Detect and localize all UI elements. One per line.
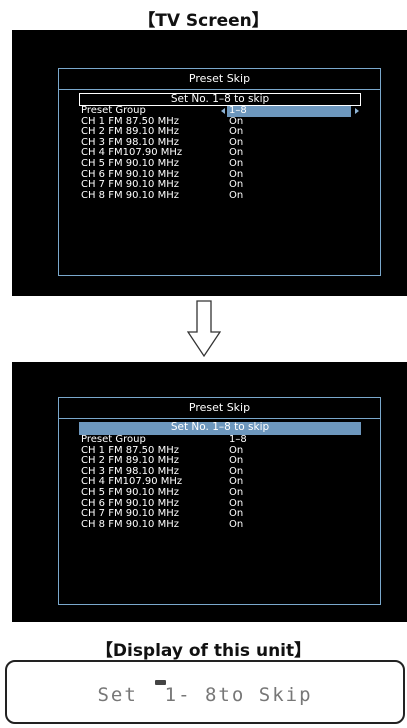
down-arrow-outline-icon [186, 300, 222, 358]
channel-value: On [229, 189, 244, 201]
channel-label: CH 5 FM 90.10 MHz [81, 486, 179, 498]
tv-screen-before: Preset Skip Set No. 1–8 to skip Preset G… [12, 30, 407, 296]
preset-group-value-text: 1–8 [229, 105, 247, 116]
unit-front-display: Set 1- 8to Skip [5, 660, 405, 724]
settings-list: Set No. 1–8 to skip Preset Group 1–8 CH … [79, 422, 361, 530]
preset-group-value[interactable]: 1–8 [227, 105, 351, 117]
triangle-right-icon[interactable] [355, 108, 359, 114]
preset-skip-panel: Preset Skip Set No. 1–8 to skip Preset G… [58, 68, 381, 276]
channel-row[interactable]: CH 5 FM 90.10 MHz On [79, 157, 361, 170]
panel-title: Preset Skip [59, 69, 380, 90]
settings-list: Set No. 1–8 to skip Preset Group 1–8 CH … [79, 93, 361, 201]
tv-screen-caption: 【TV Screen】 [138, 11, 269, 31]
channel-value: On [229, 486, 244, 498]
unit-display-caption: 【Display of this unit】 [95, 641, 312, 661]
preset-group-row[interactable]: Preset Group 1–8 [79, 105, 361, 117]
triangle-left-icon[interactable] [221, 108, 225, 114]
channel-label: CH 8 FM 90.10 MHz [81, 189, 179, 201]
channel-row[interactable]: CH 5 FM 90.10 MHz On [79, 486, 361, 499]
panel-title: Preset Skip [59, 398, 380, 419]
channel-label: CH 5 FM 90.10 MHz [81, 157, 179, 169]
unit-display-text: Set 1- 8to Skip [97, 684, 313, 706]
preset-skip-panel: Preset Skip Set No. 1–8 to skip Preset G… [58, 397, 381, 605]
channel-value: On [229, 157, 244, 169]
preset-group-label: Preset Group [81, 105, 146, 116]
preset-group-label: Preset Group [81, 434, 146, 445]
manual-figure: 【TV Screen】 Preset Skip Set No. 1–8 to s… [0, 0, 407, 728]
channel-label: CH 8 FM 90.10 MHz [81, 518, 179, 530]
channel-row[interactable]: CH 8 FM 90.10 MHz On [79, 189, 361, 202]
tv-screen-after: Preset Skip Set No. 1–8 to skip Preset G… [12, 362, 407, 622]
channel-value: On [229, 518, 244, 530]
preset-group-row[interactable]: Preset Group 1–8 [79, 434, 361, 446]
channel-row[interactable]: CH 8 FM 90.10 MHz On [79, 518, 361, 531]
preset-group-value: 1–8 [229, 434, 247, 445]
